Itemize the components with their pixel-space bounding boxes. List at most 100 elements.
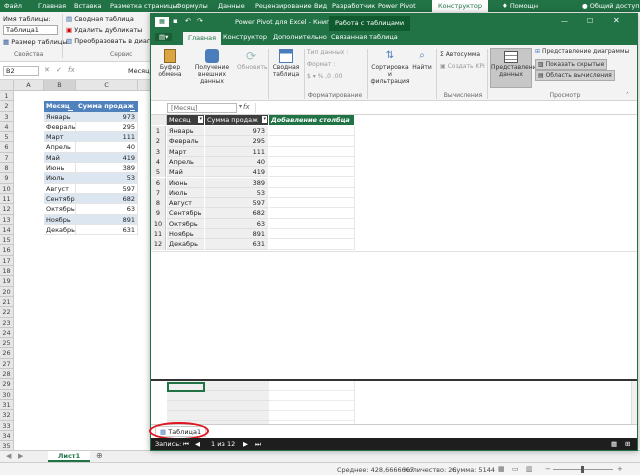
row-header[interactable]: 20	[0, 286, 14, 297]
pp-col-header-month[interactable]: Месяц ▾	[167, 115, 205, 125]
excel-sheet-grid[interactable]: A B C 1 2 3 4 5 6 7 8 9 10 11 12 13 14 15 16 17 18 19 20 21 2…	[0, 80, 152, 450]
row-header[interactable]: 16	[0, 245, 14, 256]
tab-file[interactable]: Файл	[4, 2, 22, 10]
tab-power-pivot[interactable]: Power Pivot	[378, 2, 416, 10]
row-header[interactable]: 6	[0, 142, 14, 153]
cancel-icon[interactable]: ✕	[44, 66, 50, 74]
pp-create-kpi-button[interactable]: ▣ Создать KPI	[440, 63, 485, 70]
pp-cell-month[interactable]: Январь	[167, 126, 204, 137]
pp-grid-view-icon[interactable]: ▦	[611, 440, 617, 448]
pp-row-number[interactable]: 6	[151, 177, 166, 188]
tab-design[interactable]: Конструктор	[432, 0, 488, 12]
pp-cell-empty[interactable]	[269, 167, 355, 178]
pp-cell-empty[interactable]	[269, 198, 355, 209]
pp-diagram-view-icon[interactable]: ⊞	[625, 440, 630, 448]
pp-cell-empty[interactable]	[269, 156, 355, 168]
pp-file-menu-icon[interactable]: ▤▾	[155, 33, 173, 41]
excel-cell-month[interactable]: Январь	[44, 111, 76, 122]
pp-row-number[interactable]: 8	[151, 198, 166, 209]
pp-table-row[interactable]: 5 Май 419	[151, 167, 355, 178]
pp-cell-sales[interactable]: 111	[205, 146, 268, 157]
pp-table-row[interactable]: 9 Сентябрь 682	[151, 208, 355, 219]
pp-show-hidden-button[interactable]: ▨ Показать скрытые	[535, 59, 608, 70]
pp-last-record-icon[interactable]: ⏭	[255, 440, 261, 449]
pp-cell-month[interactable]: Июнь	[167, 177, 204, 188]
row-header[interactable]: 3	[0, 111, 14, 122]
pp-table-row[interactable]: 10 Октябрь 63	[151, 218, 355, 229]
excel-cell-month[interactable]: Август	[44, 183, 76, 194]
formula-input[interactable]: Месяц	[128, 67, 150, 75]
page-break-icon[interactable]: ▥	[526, 465, 533, 473]
excel-cell-month[interactable]: Март	[44, 132, 76, 143]
pp-row-number[interactable]: 12	[151, 239, 166, 250]
pp-cell-empty[interactable]	[269, 239, 355, 250]
pp-row-number[interactable]: 1	[151, 126, 166, 137]
pp-cell-empty[interactable]	[269, 136, 355, 147]
pp-refresh-button[interactable]: ⟳ Обновить	[237, 49, 267, 71]
excel-cell-sales[interactable]: 63	[76, 204, 138, 215]
function-icon[interactable]: fx	[68, 66, 75, 74]
pp-maximize-icon[interactable]: ☐	[587, 17, 593, 25]
pp-cell-sales[interactable]: 419	[205, 167, 268, 178]
pp-function-icon[interactable]: fx	[243, 103, 250, 111]
row-header[interactable]: 5	[0, 132, 14, 143]
confirm-icon[interactable]: ✓	[56, 66, 62, 74]
pp-filter-dropdown-icon[interactable]: ▾	[198, 116, 203, 123]
row-header[interactable]: 24	[0, 327, 14, 339]
excel-cell-sales[interactable]: 419	[76, 152, 138, 164]
select-all-corner[interactable]	[0, 80, 14, 91]
row-header[interactable]: 21	[0, 296, 14, 308]
excel-cell-sales[interactable]: 631	[76, 224, 138, 236]
pp-collapse-ribbon-icon[interactable]: ˄	[626, 92, 629, 99]
pp-vertical-scrollbar[interactable]	[631, 381, 637, 424]
column-header-c[interactable]: C	[76, 80, 138, 91]
excel-cell-sales[interactable]: 891	[76, 214, 138, 225]
tab-insert[interactable]: Вставка	[74, 2, 102, 10]
row-header[interactable]: 9	[0, 173, 14, 184]
pp-formula-input[interactable]	[255, 103, 635, 113]
excel-cell-sales[interactable]: 973	[76, 111, 138, 122]
row-header[interactable]: 27	[0, 358, 14, 370]
row-header[interactable]: 8	[0, 163, 14, 174]
pp-row-number[interactable]: 3	[151, 146, 166, 157]
row-header[interactable]: 31	[0, 399, 14, 411]
pp-calc-area-empty[interactable]	[269, 381, 355, 424]
pp-cell-sales[interactable]: 53	[205, 187, 268, 199]
pp-name-dropdown-icon[interactable]: ▾	[239, 103, 242, 110]
pp-minimize-icon[interactable]: —	[561, 17, 568, 25]
pp-cell-month[interactable]: Июль	[167, 187, 204, 199]
pp-tab-design[interactable]: Конструктор	[223, 33, 267, 41]
pp-cell-sales[interactable]: 682	[205, 208, 268, 219]
pp-calc-active-cell[interactable]	[167, 382, 205, 392]
pp-autosum-button[interactable]: Σ Автосумма	[440, 51, 480, 58]
pp-cell-month[interactable]: Декабрь	[167, 239, 204, 250]
pp-select-all[interactable]	[151, 115, 167, 125]
pp-data-grid[interactable]: Месяц ▾ Сумма продаж ▾ Добавление столбца …	[151, 115, 637, 424]
pp-tab-linked-table[interactable]: Связанная таблица	[331, 33, 398, 41]
zoom-in-icon[interactable]: +	[617, 465, 623, 473]
pp-undo-icon[interactable]: ↶	[185, 17, 191, 25]
excel-cell-month[interactable]: Май	[44, 152, 76, 164]
pp-pivot-table-button[interactable]: Сводная таблица	[271, 49, 301, 78]
pp-data-type-label[interactable]: Тип данных :	[307, 49, 348, 56]
excel-cell-sales[interactable]: 295	[76, 121, 138, 133]
next-sheet-icon[interactable]: ▶	[18, 452, 23, 460]
share-button[interactable]: ● Общий доступ	[582, 2, 639, 10]
pp-find-button[interactable]: ⌕ Найти	[411, 49, 433, 71]
row-header[interactable]: 34	[0, 430, 14, 442]
pp-sort-filter-button[interactable]: ⇅ Сортировка и фильтрация	[370, 49, 410, 85]
pp-diagram-view-button[interactable]: ⊞ Представление диаграммы	[535, 48, 629, 55]
row-header[interactable]: 11	[0, 193, 14, 205]
excel-cell-sales[interactable]: 53	[76, 173, 138, 184]
tab-page-layout[interactable]: Разметка страницы	[110, 2, 178, 10]
name-box[interactable]: B2	[3, 66, 39, 76]
tab-home[interactable]: Главная	[38, 2, 66, 10]
pp-table-row[interactable]: 12 Декабрь 631	[151, 239, 355, 250]
pp-row-number[interactable]: 11	[151, 229, 166, 240]
row-header[interactable]: 18	[0, 266, 14, 277]
excel-cell-sales[interactable]: 682	[76, 193, 138, 205]
row-header[interactable]: 28	[0, 369, 14, 380]
help-link[interactable]: ♦ Помощн	[502, 2, 538, 10]
excel-cell-sales[interactable]: 597	[76, 183, 138, 194]
pp-table-row[interactable]: 7 Июль 53	[151, 187, 355, 199]
